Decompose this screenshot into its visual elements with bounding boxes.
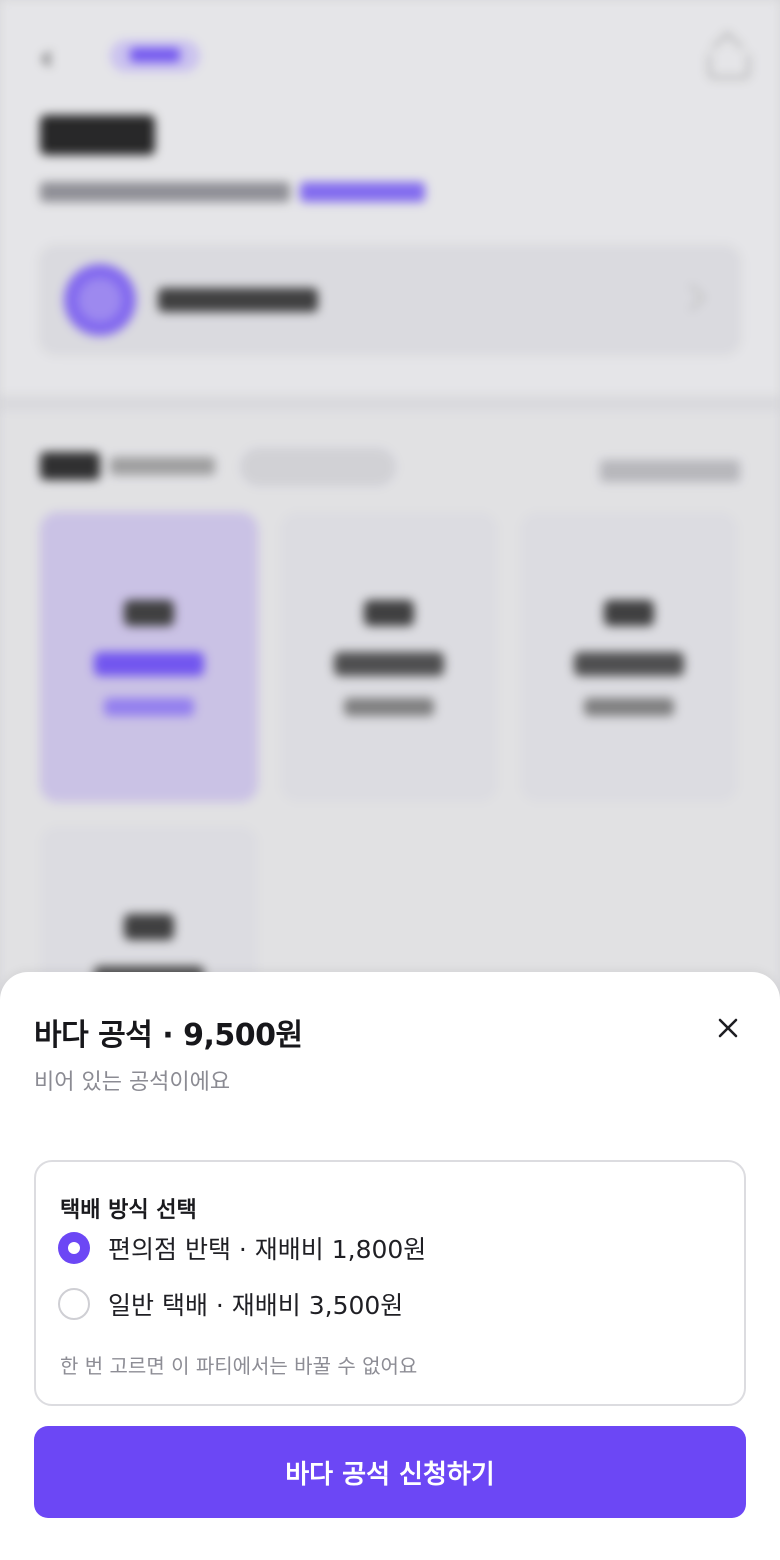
delivery-option-label: 일반 택배 · 재배비 3,500원 xyxy=(108,1291,404,1320)
radio-selected-icon[interactable] xyxy=(58,1232,90,1264)
delivery-option-convenience-store[interactable]: 편의점 반택 · 재배비 1,800원 xyxy=(58,1228,698,1268)
delivery-method-note: 한 번 고르면 이 파티에서는 바꿀 수 없어요 xyxy=(60,1354,418,1378)
apply-seat-button[interactable]: 바다 공석 신청하기 xyxy=(34,1426,746,1518)
bottom-sheet: 바다 공석 · 9,500원 비어 있는 공석이에요 택배 방식 선택 편의점 … xyxy=(0,972,780,1560)
delivery-method-title: 택배 방식 선택 xyxy=(60,1198,197,1223)
delivery-option-standard[interactable]: 일반 택배 · 재배비 3,500원 xyxy=(58,1284,698,1324)
sheet-title: 바다 공석 · 9,500원 xyxy=(34,1018,303,1053)
radio-unselected-icon[interactable] xyxy=(58,1288,90,1320)
close-button[interactable] xyxy=(708,1008,748,1048)
delivery-method-card: 택배 방식 선택 편의점 반택 · 재배비 1,800원 일반 택배 · 재배비… xyxy=(34,1160,746,1406)
delivery-option-label: 편의점 반택 · 재배비 1,800원 xyxy=(108,1235,427,1264)
sheet-subtitle: 비어 있는 공석이에요 xyxy=(34,1070,231,1095)
close-icon xyxy=(718,1018,738,1038)
